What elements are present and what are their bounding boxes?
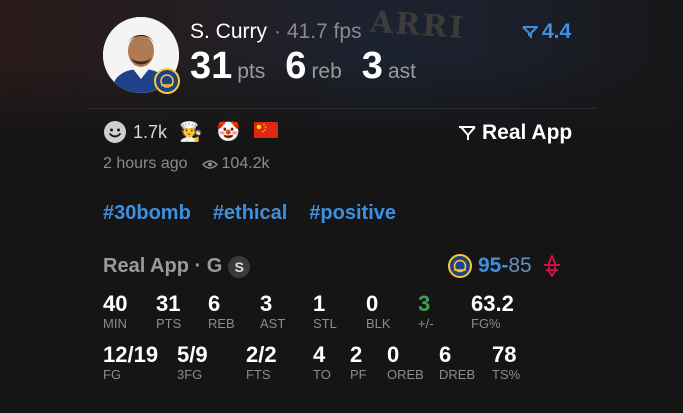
stat-value: 2 [350, 342, 363, 367]
stat-value: 12/19 [103, 342, 159, 367]
stat-label: BLK [366, 316, 391, 331]
funnel-icon [522, 26, 538, 38]
stat-label: OREB [387, 367, 424, 382]
stat-label: DREB [439, 367, 476, 382]
stat-fg-pct: 63.2 FG% [471, 292, 514, 332]
game-title[interactable]: Real App · G S [103, 255, 251, 278]
fps-value: 41.7 fps [286, 20, 362, 43]
stat-label: REB [208, 316, 235, 331]
stat-pts: 31 PTS [156, 292, 181, 332]
stat-value: 40 [103, 291, 128, 316]
stat-ts-pct: 78 TS% [492, 343, 520, 383]
stat-dreb: 6 DREB [439, 343, 475, 383]
stat-value: 5/9 [177, 342, 208, 367]
stat-reb: 6 REB [208, 292, 235, 332]
stat-value: 0 [387, 342, 400, 367]
stat-value: 63.2 [471, 291, 514, 316]
score-separator: - [501, 254, 509, 277]
stat-ast: 3 AST [260, 292, 285, 332]
post-meta: 2 hours ago 104.2k [103, 155, 270, 173]
rebounds-unit: reb [311, 60, 342, 83]
eye-icon [201, 159, 218, 169]
hashtag-list: #30bomb #ethical #positive [103, 202, 396, 225]
rating-value: 4.4 [542, 20, 572, 43]
stat-value: 2/2 [246, 342, 277, 367]
stat-label: AST [260, 316, 286, 331]
assists-unit: ast [387, 60, 416, 83]
warriors-logo-icon [448, 254, 472, 278]
home-score: 95 [478, 254, 502, 277]
stat-value: 78 [492, 342, 517, 367]
fps-readout: · 41.7 fps [274, 20, 362, 44]
headline-stats: 31 pts 6 reb 3 ast [190, 45, 436, 88]
stat-oreb: 0 OREB [387, 343, 424, 383]
hashtag[interactable]: #positive [309, 202, 396, 225]
reactions-row: 1.7k 🧑‍🍳 🤡 [103, 120, 292, 144]
smiley-react-icon[interactable] [103, 120, 127, 144]
game-score[interactable]: 95-85 [448, 254, 562, 278]
stat-value: 31 [156, 291, 181, 316]
stat-value: 3 [418, 291, 431, 316]
stat-value: 4 [313, 342, 326, 367]
separator: · [274, 20, 281, 43]
player-name[interactable]: S. Curry [190, 20, 267, 44]
stat-label: TS% [492, 367, 521, 382]
source-label: Real App [482, 121, 573, 144]
china-flag-emoji[interactable] [254, 122, 279, 142]
views-value: 104.2k [221, 155, 270, 172]
stat-fts: 2/2 FTS [246, 343, 277, 383]
assists-value: 3 [361, 45, 383, 87]
stat-label: FG% [471, 316, 501, 331]
status-badge: S [228, 255, 251, 278]
rebounds-value: 6 [285, 45, 307, 87]
funnel-icon [459, 126, 476, 140]
stat-value: 0 [366, 291, 379, 316]
clown-emoji[interactable]: 🤡 [217, 123, 241, 142]
background-jersey-art: ARRI [368, 4, 467, 47]
stat-label: PTS [156, 316, 182, 331]
stat-value: 1 [313, 291, 326, 316]
stat-label: MIN [103, 316, 127, 331]
source-link[interactable]: Real App [458, 121, 572, 145]
stat-label: +/- [418, 316, 434, 331]
stat-label: PF [350, 367, 367, 382]
hashtag[interactable]: #30bomb [103, 202, 191, 225]
china-flag-icon [254, 122, 279, 138]
stat-plus-minus: 3 +/- [418, 292, 434, 332]
away-score: 85 [508, 254, 532, 277]
rockets-logo-icon [543, 255, 560, 277]
stat-3fg: 5/9 3FG [177, 343, 208, 383]
rating[interactable]: 4.4 [522, 20, 571, 44]
stat-value: 3 [260, 291, 273, 316]
divider [87, 108, 597, 109]
stat-value: 6 [208, 291, 221, 316]
stat-label: TO [313, 367, 331, 382]
stat-blk: 0 BLK [366, 292, 391, 332]
warriors-badge-icon [154, 68, 180, 94]
timestamp: 2 hours ago [103, 155, 188, 172]
game-title-text: Real App · G [103, 255, 223, 277]
stat-label: 3FG [177, 367, 203, 382]
chef-emoji[interactable]: 🧑‍🍳 [179, 123, 203, 142]
hashtag[interactable]: #ethical [213, 202, 287, 225]
points-unit: pts [237, 60, 266, 83]
stat-pf: 2 PF [350, 343, 367, 383]
view-count: 104.2k [201, 155, 270, 173]
stat-min: 40 MIN [103, 292, 127, 332]
stat-label: FG [103, 367, 122, 382]
points-value: 31 [190, 45, 233, 87]
stat-value: 6 [439, 342, 452, 367]
reaction-count: 1.7k [133, 121, 168, 142]
stat-to: 4 TO [313, 343, 331, 383]
stat-fg: 12/19 FG [103, 343, 158, 383]
stat-stl: 1 STL [313, 292, 337, 332]
stat-label: STL [313, 316, 337, 331]
stat-label: FTS [246, 367, 271, 382]
